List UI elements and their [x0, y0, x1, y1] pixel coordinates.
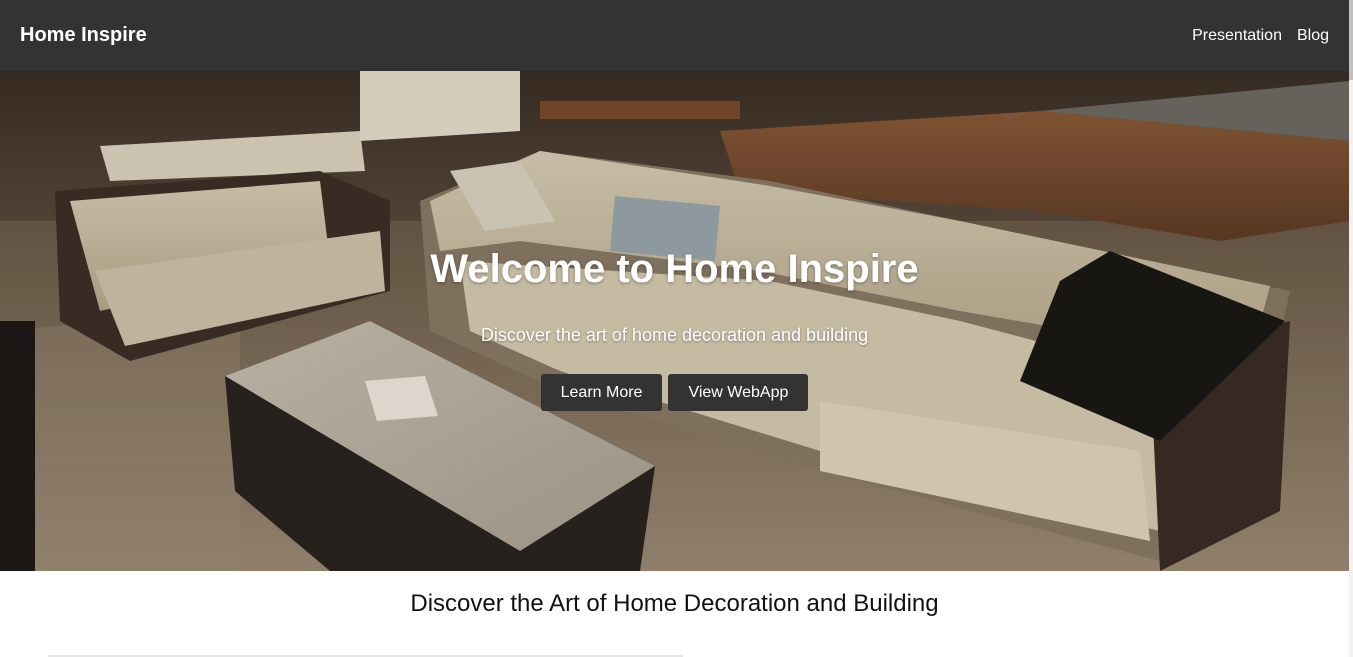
- section-heading: Discover the Art of Home Decoration and …: [410, 590, 939, 617]
- hero-buttons: Learn More View WebApp: [540, 374, 809, 411]
- scrollbar-thumb[interactable]: [1349, 0, 1353, 80]
- hero-subtitle: Discover the art of home decoration and …: [480, 325, 869, 345]
- learn-more-button[interactable]: Learn More: [540, 374, 663, 411]
- nav-link-presentation[interactable]: Presentation: [1192, 27, 1282, 45]
- nav-link-blog[interactable]: Blog: [1297, 27, 1329, 45]
- hero-banner: Welcome to Home Inspire Discover the art…: [0, 71, 1349, 571]
- hero-title: Welcome to Home Inspire: [430, 247, 919, 291]
- top-navbar: Home Inspire Presentation Blog: [0, 0, 1349, 71]
- hero-content: Welcome to Home Inspire Discover the art…: [0, 71, 1349, 571]
- nav-links: Presentation Blog: [1192, 27, 1329, 45]
- brand-logo-link[interactable]: Home Inspire: [20, 24, 147, 47]
- view-webapp-button[interactable]: View WebApp: [668, 374, 809, 411]
- page-scrollbar[interactable]: [1349, 0, 1353, 657]
